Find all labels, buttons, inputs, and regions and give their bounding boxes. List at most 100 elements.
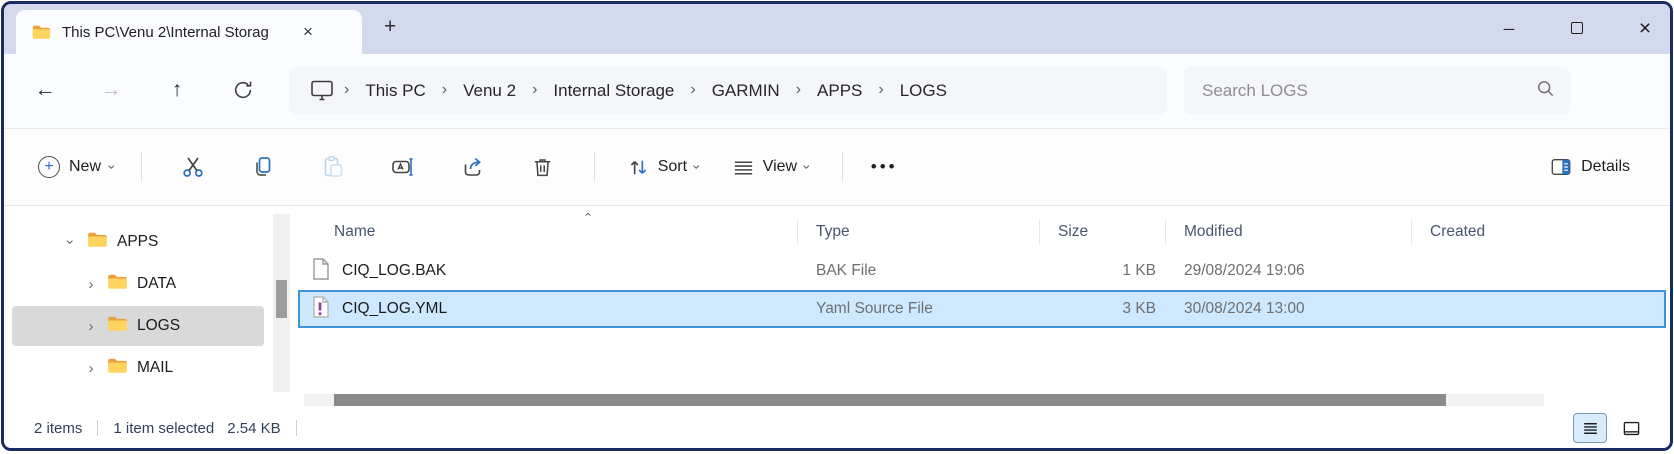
sidebar-item-mail[interactable]: › MAIL (12, 348, 264, 388)
column-header-type[interactable]: Type (798, 212, 1040, 252)
chevron-right-icon[interactable]: › (84, 318, 98, 335)
divider (594, 152, 595, 182)
sort-button[interactable]: Sort › (617, 148, 710, 187)
file-list: › Name Type Size Modified Created CIQ_LO… (298, 206, 1666, 392)
sidebar-scrollbar[interactable] (273, 214, 290, 392)
clipboard-icon (321, 155, 345, 179)
new-tab-button[interactable]: + (376, 13, 404, 41)
sort-button-label: Sort (658, 158, 687, 176)
minimize-button[interactable]: ─ (1498, 21, 1520, 38)
explorer-tab[interactable]: This PC\Venu 2\Internal Storag × (16, 10, 362, 54)
breadcrumb-venu-2[interactable]: Venu 2 (452, 75, 527, 107)
status-bar: 2 items 1 item selected 2.54 KB (4, 408, 1670, 448)
share-icon (461, 155, 485, 179)
chevron-down-icon[interactable]: › (63, 235, 79, 249)
chevron-right-icon[interactable]: › (84, 360, 98, 377)
rename-icon (391, 155, 415, 179)
chevron-down-icon: › (104, 165, 120, 170)
search-input[interactable] (1202, 81, 1535, 101)
maximize-button[interactable] (1566, 21, 1588, 38)
up-button[interactable]: ↑ (162, 76, 192, 104)
column-headers: › Name Type Size Modified Created (298, 212, 1666, 252)
file-modified: 30/08/2024 13:00 (1166, 300, 1412, 318)
breadcrumb-garmin[interactable]: GARMIN (701, 75, 791, 107)
file-row-ciq-log-yml[interactable]: CIQ_LOG.YML Yaml Source File 3 KB 30/08/… (298, 290, 1666, 328)
sort-arrows-icon (627, 156, 650, 179)
tab-bar: This PC\Venu 2\Internal Storag × + ─ × (4, 4, 1670, 54)
share-button[interactable] (448, 145, 498, 189)
divider (141, 152, 142, 182)
tab-close-icon[interactable]: × (295, 20, 321, 44)
thumbnail-view-toggle[interactable] (1614, 413, 1648, 443)
close-button[interactable]: × (1634, 17, 1656, 41)
rename-button[interactable] (378, 145, 428, 189)
navigation-bar: ← → ↑ › This PC › Venu 2 › Internal Stor… (4, 54, 1670, 128)
folder-icon (32, 24, 51, 40)
view-button-label: View (763, 158, 797, 176)
plus-circle-icon: + (38, 156, 60, 178)
column-header-name[interactable]: Name (298, 212, 798, 252)
new-button[interactable]: + New › (28, 148, 125, 186)
tab-title: This PC\Venu 2\Internal Storag (62, 24, 284, 41)
breadcrumb-logs[interactable]: LOGS (889, 75, 958, 107)
maximize-icon (1571, 22, 1583, 34)
chevron-down-icon: › (689, 165, 705, 170)
file-name: CIQ_LOG.BAK (342, 262, 446, 280)
chevron-right-icon: › (339, 81, 354, 101)
back-button[interactable]: ← (30, 76, 60, 104)
breadcrumb: › This PC › Venu 2 › Internal Storage › … (289, 67, 1167, 114)
search-icon[interactable] (1535, 78, 1556, 104)
chevron-right-icon: › (873, 81, 888, 101)
sidebar-item-logs[interactable]: › LOGS (12, 306, 264, 346)
horizontal-scrollbar[interactable] (304, 394, 1544, 406)
breadcrumb-apps[interactable]: APPS (806, 75, 873, 107)
item-count: 2 items (34, 420, 82, 437)
copy-button[interactable] (238, 145, 288, 189)
trash-icon (531, 156, 554, 179)
folder-icon (107, 315, 128, 337)
sidebar-item-data[interactable]: › DATA (12, 264, 264, 304)
chevron-right-icon: › (791, 81, 806, 101)
refresh-button[interactable] (228, 79, 258, 109)
chevron-right-icon: › (437, 81, 452, 101)
folder-icon (87, 231, 108, 253)
file-row-ciq-log-bak[interactable]: CIQ_LOG.BAK BAK File 1 KB 29/08/2024 19:… (298, 252, 1666, 290)
file-explorer-window: This PC\Venu 2\Internal Storag × + ─ × ←… (1, 1, 1673, 451)
new-button-label: New (69, 158, 101, 176)
folder-icon (107, 273, 128, 295)
copy-icon (251, 155, 275, 179)
chevron-right-icon[interactable]: › (84, 276, 98, 293)
details-view-icon (1581, 419, 1600, 438)
divider (842, 152, 843, 182)
delete-button[interactable] (518, 145, 568, 189)
sidebar-item-label: LOGS (137, 317, 180, 335)
file-modified: 29/08/2024 19:06 (1166, 262, 1412, 280)
column-header-created[interactable]: Created (1412, 212, 1666, 252)
file-type: Yaml Source File (798, 300, 1040, 318)
chevron-right-icon: › (685, 81, 700, 101)
scrollbar-thumb[interactable] (334, 394, 1446, 406)
search-box[interactable] (1184, 67, 1570, 114)
chevron-right-icon: › (527, 81, 542, 101)
file-size: 3 KB (1040, 300, 1166, 318)
file-size: 1 KB (1040, 262, 1166, 280)
view-mode-toggles (1573, 413, 1648, 443)
details-pane-button[interactable]: Details (1540, 148, 1640, 186)
cut-button[interactable] (168, 145, 218, 189)
breadcrumb-internal-storage[interactable]: Internal Storage (542, 75, 685, 107)
details-view-toggle[interactable] (1573, 413, 1607, 443)
view-lines-icon (732, 156, 755, 179)
sidebar-item-apps[interactable]: › APPS (12, 222, 264, 262)
column-header-modified[interactable]: Modified (1166, 212, 1412, 252)
column-header-size[interactable]: Size (1040, 212, 1166, 252)
paste-button[interactable] (308, 145, 358, 189)
thumbnail-view-icon (1622, 419, 1641, 438)
this-pc-icon[interactable] (309, 79, 335, 102)
sidebar-item-label: DATA (137, 275, 176, 293)
scrollbar-thumb[interactable] (276, 280, 287, 318)
navigation-pane: › APPS › DATA › LOGS › MAIL (4, 206, 270, 392)
forward-button[interactable]: → (96, 76, 126, 104)
more-options-button[interactable]: ••• (859, 149, 910, 185)
view-button[interactable]: View › (722, 148, 820, 187)
breadcrumb-this-pc[interactable]: This PC (354, 75, 436, 107)
